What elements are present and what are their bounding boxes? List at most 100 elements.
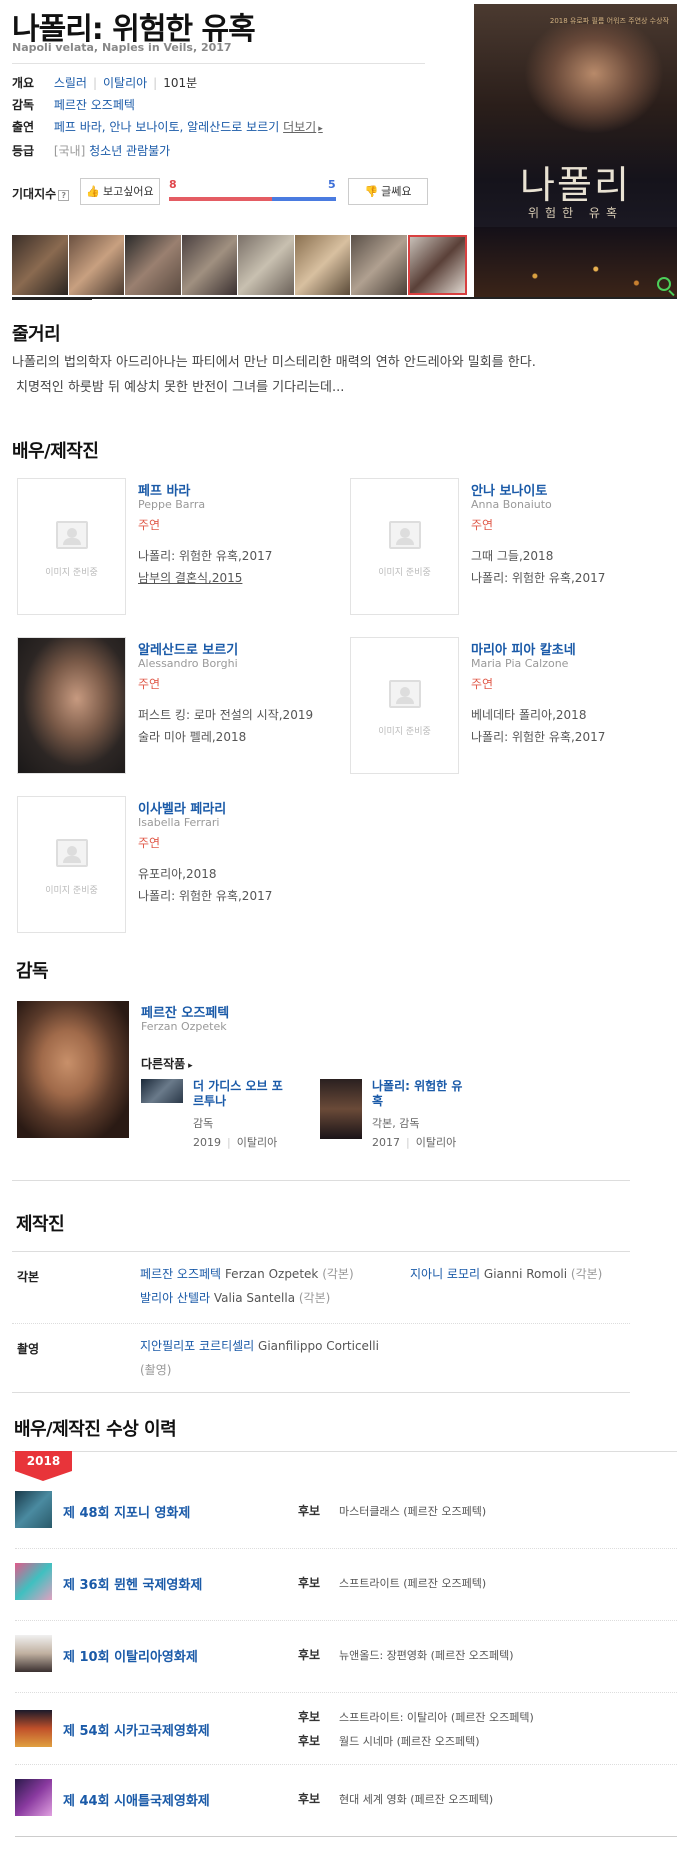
camera-entry[interactable]: 지안필리포 코르티셀리 Gianfilippo Corticelli [140,1334,379,1358]
country-link[interactable]: 이탈리아 [103,76,147,90]
cast-role: 주연 [138,836,161,850]
still-thumbnail[interactable] [294,235,351,295]
cast-work[interactable]: 베네데타 폴리아,2018 [471,706,586,723]
divider [12,1251,630,1252]
want-to-see-button[interactable]: 👍 보고싶어요 [80,178,160,205]
cast-work[interactable]: 유포리아,2018 [138,865,217,882]
still-thumbnail[interactable] [351,235,408,295]
cast-role: 주연 [471,518,494,532]
cast-work[interactable]: 술라 미아 펠레,2018 [138,728,246,745]
award-type: 후보 [298,1734,321,1748]
still-thumbnail[interactable] [68,235,125,295]
still-thumbnail[interactable] [238,235,295,295]
synopsis-line: 나폴리의 법의학자 아드리아나는 파티에서 만난 미스테리한 매력의 연하 안드… [12,355,536,370]
cast-name-link[interactable]: 안나 보나이토 [471,480,547,499]
cast-name-link[interactable]: 마리아 피아 칼초네 [471,639,576,658]
award-thumbnail[interactable] [15,1563,52,1600]
cast-work[interactable]: 그때 그들,2018 [471,547,553,564]
award-name-link[interactable]: 제 48회 지포니 영화제 [63,1502,190,1521]
cast-photo-placeholder[interactable]: 이미지 준비중 [17,796,126,933]
expectation-index: 기대지수? 👍 보고싶어요 8 5 👎 글쎄요 [12,178,432,206]
genre-link[interactable]: 스릴러 [54,76,87,90]
divider [12,1451,677,1452]
cast-work[interactable]: 남부의 결혼식,2015 [138,569,242,586]
cast-photo[interactable] [17,637,126,774]
other-work-title[interactable]: 더 가디스 오브 포 르투나 [193,1079,283,1109]
other-work-role: 각본, 감독 [372,1117,420,1130]
movie-poster[interactable]: 2018 유로파 필름 어워즈 주연상 수상작 나폴리 위험한 유혹 [474,4,677,297]
director-name-link[interactable]: 페르잔 오즈페텍 [141,1002,229,1021]
still-thumbnail[interactable] [12,235,69,295]
cast-work[interactable]: 퍼스트 킹: 로마 전설의 시작,2019 [138,706,313,723]
cast-en-name: Maria Pia Calzone [471,657,569,670]
synopsis-text: 나폴리의 법의학자 아드리아나는 파티에서 만난 미스테리한 매력의 연하 안드… [12,350,672,400]
info-label: 등급 [12,144,35,158]
synopsis-heading: 줄거리 [12,324,61,345]
director-link[interactable]: 페르잔 오즈페텍 [54,98,135,112]
award-category: 뉴앤올드: 장편영화 (페르잔 오즈페텍) [339,1649,514,1662]
info-rating: 등급 [국내] 청소년 관람불가 [12,142,170,160]
other-work-thumbnail[interactable] [141,1079,183,1103]
cast-work[interactable]: 나폴리: 위험한 유혹,2017 [471,728,605,745]
director-photo[interactable] [17,1001,129,1138]
other-work-thumbnail[interactable] [320,1079,362,1139]
award-thumbnail[interactable] [15,1635,52,1672]
award-thumbnail[interactable] [15,1710,52,1747]
award-thumbnail[interactable] [15,1779,52,1816]
thumbs-down-icon: 👎 [364,185,379,198]
thumbs-up-icon: 👍 [86,185,101,198]
info-overview: 개요 스릴러 | 이탈리아 | 101분 [12,76,198,90]
still-thumbnail[interactable] [125,235,182,295]
divider [12,1392,630,1393]
rating-value: 청소년 관람불가 [89,144,171,158]
writer-label: 각본 [17,1270,40,1284]
movie-header: 나폴리: 위험한 유혹 Napoli velata, Naples in Vei… [0,0,680,310]
more-cast-link[interactable]: 더보기 ▸ [283,120,323,134]
cast-card: 알레산드로 보르기 Alessandro Borghi 주연 퍼스트 킹: 로마… [12,637,342,777]
award-category: 마스터클래스 (페르잔 오즈페텍) [339,1505,487,1518]
award-name-link[interactable]: 제 36회 뮌헨 국제영화제 [63,1574,202,1593]
award-type: 후보 [298,1576,321,1590]
still-thumbnail-selected[interactable] [407,235,467,295]
cast-work[interactable]: 나폴리: 위험한 유혹,2017 [138,887,272,904]
award-row: 제 44회 시애틀국제영화제 후보 현대 세계 영화 (페르잔 오즈페텍) [15,1765,677,1837]
cast-en-name: Peppe Barra [138,498,206,511]
award-category: 스프트라이트: 이탈리아 (페르잔 오즈페텍) [339,1711,534,1724]
other-work-title[interactable]: 나폴리: 위험한 유혹 [372,1079,462,1109]
award-thumbnail[interactable] [15,1491,52,1528]
award-name-link[interactable]: 제 10회 이탈리아영화제 [63,1646,198,1665]
image-placeholder-icon [389,521,421,549]
cast-photo-placeholder[interactable]: 이미지 준비중 [350,478,459,615]
still-thumbnail[interactable] [181,235,238,295]
image-placeholder-icon [389,680,421,708]
cast-role: 주연 [471,677,494,691]
dislike-count: 5 [328,178,336,191]
writer-entry[interactable]: 지아니 로모리 Gianni Romoli (각본) [410,1262,602,1286]
cast-link[interactable]: 페프 바라, 안나 보나이토, 알레산드로 보르기 [54,120,279,134]
info-director: 감독 페르잔 오즈페텍 [12,96,135,114]
not-sure-button[interactable]: 👎 글쎄요 [348,178,428,205]
award-year: 2018 [26,1454,61,1468]
writer-entry[interactable]: 발리아 산텔라 Valia Santella (각본) [140,1286,330,1310]
award-category: 월드 시네마 (페르잔 오즈페텍) [339,1735,480,1748]
writer-entry[interactable]: 페르잔 오즈페텍 Ferzan Ozpetek (각본) [140,1262,354,1286]
cast-photo-placeholder[interactable]: 이미지 준비중 [350,637,459,774]
cast-photo-placeholder[interactable]: 이미지 준비중 [17,478,126,615]
award-name-link[interactable]: 제 44회 시애틀국제영화제 [63,1790,210,1809]
cast-name-link[interactable]: 알레산드로 보르기 [138,639,238,658]
help-icon[interactable]: ? [58,190,70,201]
expectation-bar-fill [169,197,272,201]
award-type: 후보 [298,1710,321,1724]
divider [12,63,425,64]
info-label: 출연 [12,120,35,134]
cast-name-link[interactable]: 페프 바라 [138,480,190,499]
cast-work[interactable]: 나폴리: 위험한 유혹,2017 [471,569,605,586]
cast-en-name: Alessandro Borghi [138,657,238,670]
cast-en-name: Anna Bonaiuto [471,498,552,511]
award-type: 후보 [298,1504,321,1518]
award-name-link[interactable]: 제 54회 시카고국제영화제 [63,1720,210,1739]
cast-work[interactable]: 나폴리: 위험한 유혹,2017 [138,547,272,564]
search-icon[interactable] [657,277,671,291]
camera-label: 촬영 [17,1342,40,1356]
cast-name-link[interactable]: 이사벨라 페라리 [138,798,226,817]
